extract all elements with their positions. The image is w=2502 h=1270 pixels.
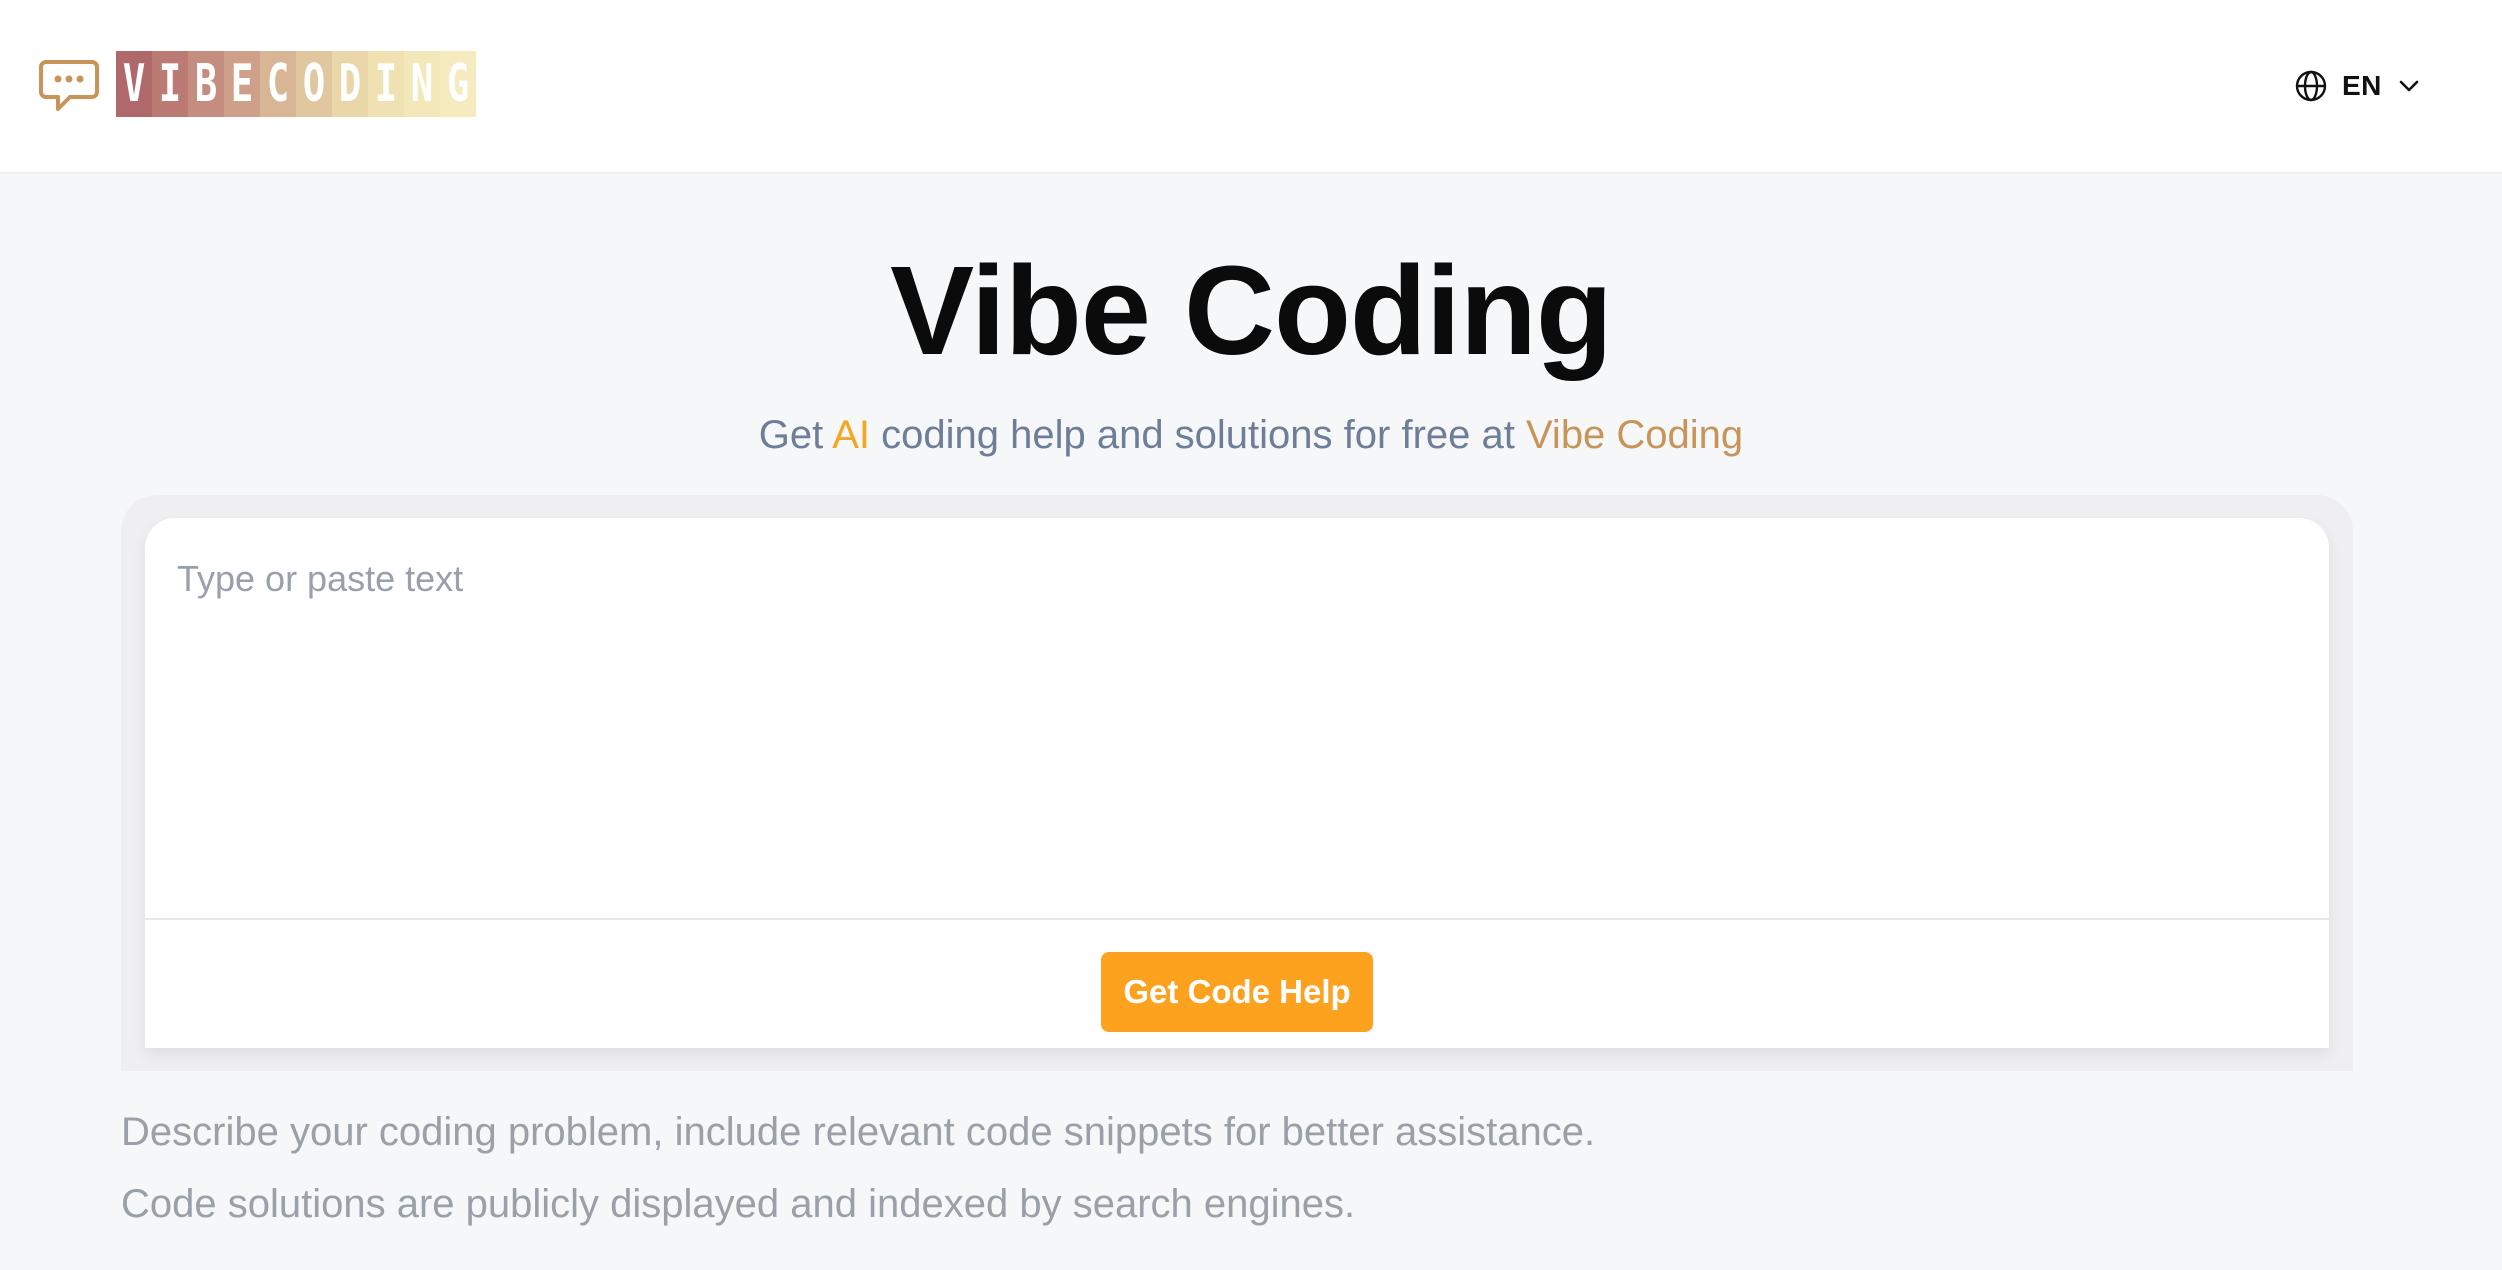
subtitle-ai-highlight: AI	[832, 413, 870, 457]
language-selector[interactable]: EN	[2294, 68, 2422, 104]
logo-letter-cell: I	[368, 51, 404, 117]
logo-letter: E	[230, 54, 254, 114]
subtitle-middle: coding help and solutions for free at	[869, 413, 1526, 457]
editor-card: Get Code Help	[145, 518, 2329, 1048]
logo-letter-cell: V	[116, 51, 152, 117]
chevron-down-icon	[2399, 80, 2419, 92]
logo-letter-cell: O	[296, 51, 332, 117]
logo-letter: O	[302, 54, 326, 114]
code-question-input[interactable]	[145, 518, 2329, 918]
logo-letter: V	[122, 54, 146, 114]
page-subtitle: Get AI coding help and solutions for fre…	[0, 410, 2502, 460]
chat-bubble-icon[interactable]	[38, 58, 100, 114]
logo-letter-cell: B	[188, 51, 224, 117]
subtitle-prefix: Get	[758, 413, 833, 457]
logo-wordmark[interactable]: VIBECODING	[116, 51, 476, 117]
logo-letter: G	[446, 54, 470, 114]
logo-letter-cell: G	[440, 51, 476, 117]
logo-letter: N	[410, 54, 434, 114]
logo-letter-cell: D	[332, 51, 368, 117]
top-header: VIBECODING EN	[0, 0, 2502, 174]
logo-letter: B	[194, 54, 218, 114]
editor-divider	[145, 918, 2329, 920]
logo-letter: I	[158, 54, 182, 114]
get-code-help-button[interactable]: Get Code Help	[1101, 952, 1373, 1032]
subtitle-brand-highlight: Vibe Coding	[1525, 413, 1744, 457]
logo-letter-cell: N	[404, 51, 440, 117]
logo-letter: I	[374, 54, 398, 114]
hint-text-describe: Describe your coding problem, include re…	[121, 1110, 1596, 1154]
page-title: Vibe Coding	[890, 240, 1613, 381]
logo-letter-cell: C	[260, 51, 296, 117]
language-label: EN	[2342, 70, 2382, 101]
logo-letter-cell: I	[152, 51, 188, 117]
logo-letter: D	[338, 54, 362, 114]
globe-icon	[2295, 70, 2327, 102]
logo-letter: C	[266, 54, 290, 114]
logo-letter-cell: E	[224, 51, 260, 117]
hint-text-public: Code solutions are publicly displayed an…	[121, 1182, 1356, 1226]
